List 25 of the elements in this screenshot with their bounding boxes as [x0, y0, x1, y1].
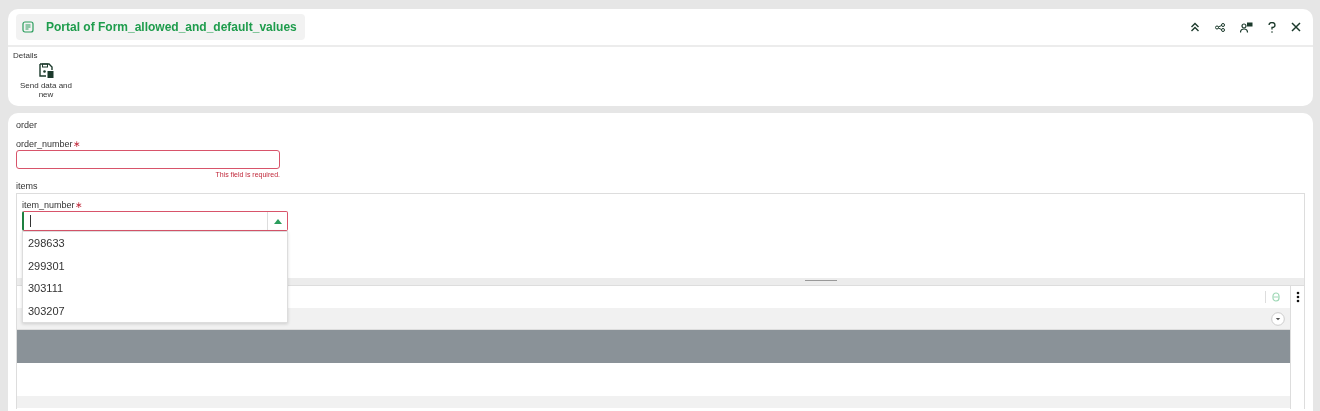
- dropdown-icon[interactable]: [1271, 311, 1285, 326]
- section-label: order: [16, 120, 38, 130]
- toolbar-group-label: Details: [13, 51, 39, 60]
- required-asterisk: ∗: [72, 139, 81, 149]
- window-title: Portal of Form_allowed_and_default_values: [46, 20, 297, 34]
- input-field[interactable]: [16, 150, 280, 169]
- close-icon[interactable]: [1291, 22, 1301, 32]
- grid-toggle-icon[interactable]: [1272, 292, 1280, 302]
- save-icon: [38, 63, 54, 78]
- dropdown-option[interactable]: 299301: [23, 254, 287, 277]
- caret-icon: [273, 218, 282, 224]
- dropdown-option[interactable]: 298633: [23, 232, 287, 255]
- send-data-button[interactable]: Send data and new: [13, 60, 79, 100]
- dropdown-option[interactable]: 303111: [23, 277, 287, 300]
- help-icon[interactable]: [1268, 21, 1276, 33]
- required-asterisk: ∗: [74, 200, 83, 210]
- user-chat-icon[interactable]: [1240, 21, 1253, 33]
- dropdown-option[interactable]: 303207: [23, 299, 287, 322]
- more-options-icon[interactable]: [1296, 291, 1300, 303]
- field-label: item_number: [22, 200, 75, 210]
- field-label: order_number: [16, 139, 73, 149]
- collapse-icon[interactable]: [1190, 22, 1200, 32]
- section-label: items: [16, 181, 39, 191]
- share-icon[interactable]: [1215, 22, 1225, 32]
- document-icon: [22, 21, 34, 33]
